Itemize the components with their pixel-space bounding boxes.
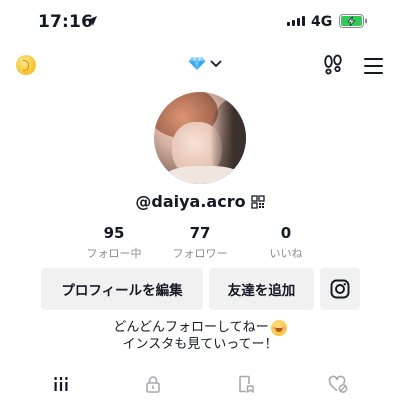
stat-followers[interactable]: 77 フォロワー <box>155 224 245 261</box>
location-arrow-icon <box>87 16 97 26</box>
avatar[interactable] <box>154 92 246 184</box>
tab-private[interactable] <box>138 372 168 396</box>
grinning-face-emoji <box>270 319 287 336</box>
network-type: 4G <box>311 14 333 30</box>
stat-following[interactable]: 95 フォロー中 <box>69 224 159 261</box>
edit-profile-button[interactable]: プロフィールを編集 <box>41 268 203 310</box>
coin-icon[interactable] <box>16 55 36 75</box>
username-row: @daiya.acro <box>0 192 400 211</box>
bio: どんどんフォローしてねー インスタも見ていってー！ <box>0 319 400 353</box>
following-label: フォロー中 <box>86 247 142 260</box>
lock-icon <box>146 376 160 393</box>
diamond-icon <box>188 57 206 70</box>
instagram-button[interactable] <box>320 268 360 310</box>
liked-icon <box>328 375 348 393</box>
top-nav <box>0 50 400 80</box>
likes-count: 0 <box>280 224 292 242</box>
status-time: 17:16 <box>38 12 94 32</box>
bio-line-2: インスタも見ていってー！ <box>122 337 278 352</box>
following-count: 95 <box>103 224 125 242</box>
followers-label: フォロワー <box>172 247 228 260</box>
menu-icon[interactable] <box>364 58 383 74</box>
saved-icon <box>239 375 254 393</box>
add-friends-button[interactable]: 友達を追加 <box>209 268 314 310</box>
chevron-down-icon <box>210 60 222 67</box>
signal-icon <box>287 16 305 26</box>
grid-icon <box>54 377 68 391</box>
bio-line-1: どんどんフォローしてねー <box>113 320 269 335</box>
username: @daiya.acro <box>135 192 246 211</box>
tab-videos[interactable] <box>46 372 76 396</box>
qr-code-icon[interactable] <box>250 194 265 209</box>
tab-saved[interactable] <box>231 372 261 396</box>
account-switcher[interactable] <box>188 56 222 71</box>
battery-charging-icon <box>339 14 367 28</box>
tab-liked[interactable] <box>323 372 353 396</box>
stat-likes[interactable]: 0 いいね <box>241 224 331 261</box>
instagram-icon <box>330 279 350 299</box>
footprint-icon[interactable] <box>322 54 344 76</box>
status-bar: 17:16 4G <box>0 0 400 44</box>
followers-count: 77 <box>189 224 211 242</box>
likes-label: いいね <box>269 247 303 260</box>
profile-tabs <box>0 372 400 396</box>
